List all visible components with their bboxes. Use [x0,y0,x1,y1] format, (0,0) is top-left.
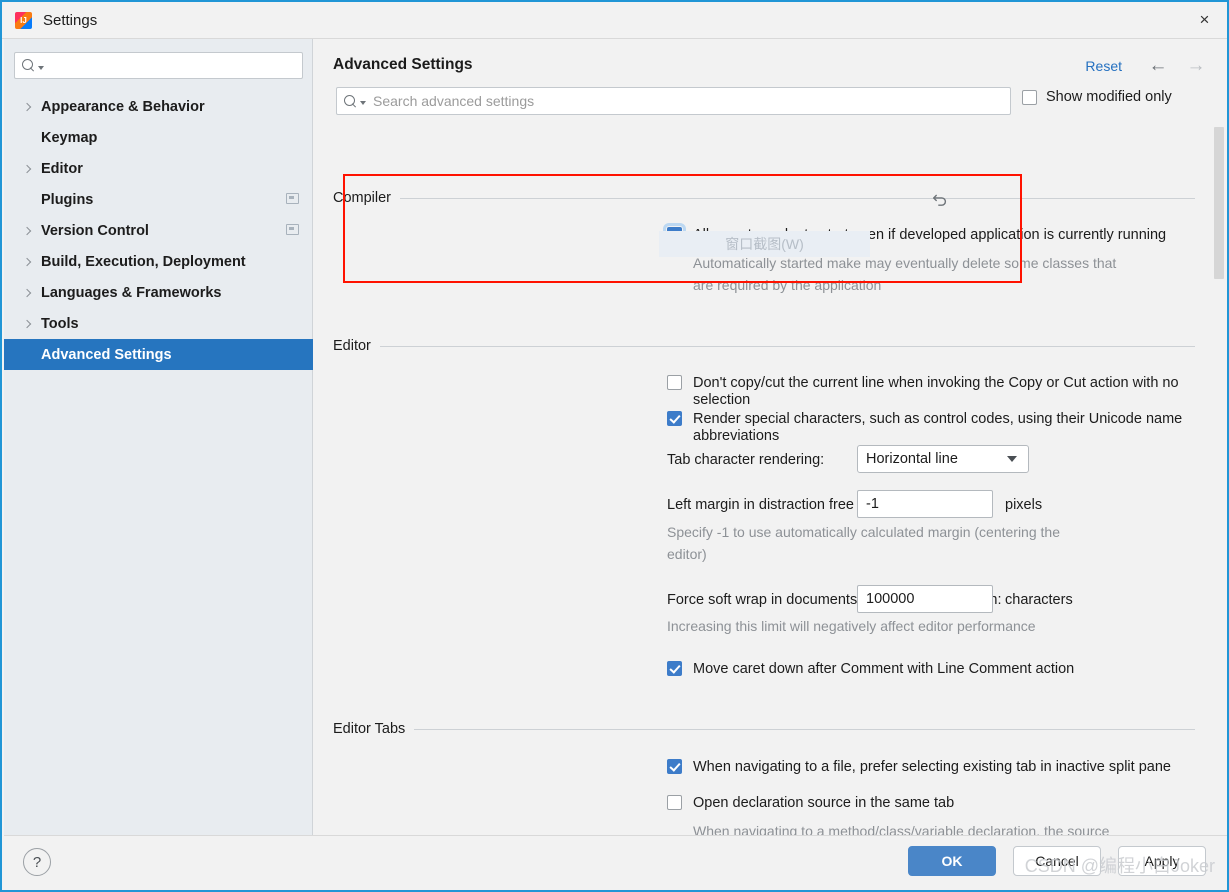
option-prefer-existing-tab[interactable]: When navigating to a file, prefer select… [667,759,1171,776]
sidebar-item-label: Editor [41,160,83,177]
group-header-editor-tabs: Editor Tabs [333,721,1195,737]
group-title: Editor [333,338,371,354]
sidebar-item-tools[interactable]: Tools [4,308,313,339]
settings-dialog: Settings × Appearance & Behavior Keymap Ed… [0,0,1229,892]
divider [414,728,1195,730]
group-header-editor: Editor [333,338,1195,354]
group-title: Editor Tabs [333,721,406,737]
option-label: Render special characters, such as contr… [693,411,1183,444]
left-margin-unit: pixels [1005,497,1043,513]
checkbox-box[interactable] [667,411,682,426]
chevron-down-icon [1007,456,1017,462]
soft-wrap-input[interactable] [857,585,993,613]
option-label: When navigating to a file, prefer select… [693,759,1171,775]
apply-button[interactable]: Apply [1118,846,1206,876]
sidebar-item-label: Version Control [41,222,149,239]
checkbox-box[interactable] [1022,89,1037,105]
option-allow-automake[interactable]: Allow auto-make to start even if develop… [663,223,1167,246]
sidebar-search-input[interactable] [48,57,288,74]
search-icon [22,58,37,73]
select-value: Horizontal line [866,451,958,467]
cancel-button[interactable]: Cancel [1013,846,1101,876]
sidebar-item-keymap[interactable]: Keymap [4,122,313,153]
show-modified-only-label: Show modified only [1046,89,1172,105]
option-label: Open declaration source in the same tab [693,795,955,811]
settings-scroll-area: Compiler Allow auto-make to start even i… [314,127,1227,839]
sidebar-item-languages-frameworks[interactable]: Languages & Frameworks [4,277,313,308]
tab-character-rendering-select[interactable]: Horizontal line [857,445,1029,473]
sidebar-search-box[interactable] [14,52,303,79]
option-label: Move caret down after Comment with Line … [693,661,1075,677]
option-render-special-characters[interactable]: Render special characters, such as contr… [667,411,1227,445]
sidebar-item-editor[interactable]: Editor [4,153,313,184]
close-icon[interactable]: × [1182,2,1227,38]
intellij-idea-icon [15,11,32,29]
sidebar-item-appearance-behavior[interactable]: Appearance & Behavior [4,91,313,122]
divider [400,197,1195,199]
help-icon[interactable]: ? [23,848,51,876]
sidebar-item-label: Appearance & Behavior [41,98,205,115]
checkbox-box[interactable] [667,795,682,810]
chevron-right-icon[interactable] [19,257,35,266]
sidebar-item-label: Advanced Settings [41,346,172,363]
option-label: Allow auto-make to start even if develop… [693,227,1167,243]
search-input[interactable] [371,92,971,110]
revert-arrow-icon[interactable] [932,192,949,209]
sidebar-item-advanced-settings[interactable]: Advanced Settings [4,339,313,370]
title-bar: Settings × [2,2,1227,39]
chevron-right-icon[interactable] [19,102,35,111]
vertical-scrollbar[interactable] [1213,127,1225,839]
back-arrow-icon[interactable]: ← [1145,55,1171,77]
advanced-search-box[interactable] [336,87,1011,115]
option-move-caret-down[interactable]: Move caret down after Comment with Line … [667,661,1074,678]
sidebar-item-plugins[interactable]: Plugins [4,184,313,215]
project-scope-icon [286,193,299,204]
option-description-line1: Automatically started make may eventuall… [693,255,1117,271]
option-open-declaration-same-tab[interactable]: Open declaration source in the same tab [667,795,954,812]
option-label: Don't copy/cut the current line when inv… [693,375,1179,408]
dialog-footer: ? OK Cancel Apply CSDN @编程小白Joker [4,835,1227,888]
scrollbar-thumb[interactable] [1214,127,1224,279]
sidebar-item-label: Plugins [41,191,94,208]
reset-link[interactable]: Reset [1085,58,1122,74]
chevron-right-icon[interactable] [19,288,35,297]
left-margin-description-line1: Specify -1 to use automatically calculat… [667,524,1060,540]
forward-arrow-icon[interactable]: → [1183,55,1209,77]
sidebar-item-label: Tools [41,315,79,332]
soft-wrap-description: Increasing this limit will negatively af… [667,618,1036,634]
chevron-right-icon[interactable] [19,319,35,328]
settings-content-panel: Advanced Settings Reset ← → Show modifie… [314,39,1227,839]
search-icon [344,94,359,109]
checkbox-box[interactable] [667,759,682,774]
sidebar-item-version-control[interactable]: Version Control [4,215,313,246]
window-title: Settings [43,11,98,29]
sidebar-item-label: Keymap [41,129,98,146]
settings-tree: Appearance & Behavior Keymap Editor Plugins… [4,91,313,370]
left-margin-input[interactable] [857,490,993,518]
show-modified-only-checkbox[interactable]: Show modified only [1022,89,1172,105]
sidebar-item-build-execution-deployment[interactable]: Build, Execution, Deployment [4,246,313,277]
page-title: Advanced Settings [333,56,473,73]
checkbox-box[interactable] [667,375,682,390]
sidebar-item-label: Build, Execution, Deployment [41,253,246,270]
ok-button[interactable]: OK [908,846,996,876]
chevron-right-icon[interactable] [19,226,35,235]
project-scope-icon [286,224,299,235]
option-dont-copy-cut[interactable]: Don't copy/cut the current line when inv… [667,375,1227,409]
settings-sidebar: Appearance & Behavior Keymap Editor Plugins… [4,39,313,839]
group-header-compiler: Compiler [333,190,1195,206]
chevron-right-icon[interactable] [19,164,35,173]
chevron-down-icon [38,65,44,70]
chevron-down-icon [360,101,366,105]
checkbox-box[interactable] [663,223,686,246]
option-description-line2: are required by the application [693,277,882,293]
tab-character-rendering-label: Tab character rendering: [667,452,825,468]
left-margin-description-line2: editor) [667,546,707,562]
divider [379,345,1195,347]
checkbox-box[interactable] [667,661,682,676]
sidebar-item-label: Languages & Frameworks [41,284,222,301]
soft-wrap-unit: characters [1005,592,1073,608]
group-title: Compiler [333,190,392,206]
